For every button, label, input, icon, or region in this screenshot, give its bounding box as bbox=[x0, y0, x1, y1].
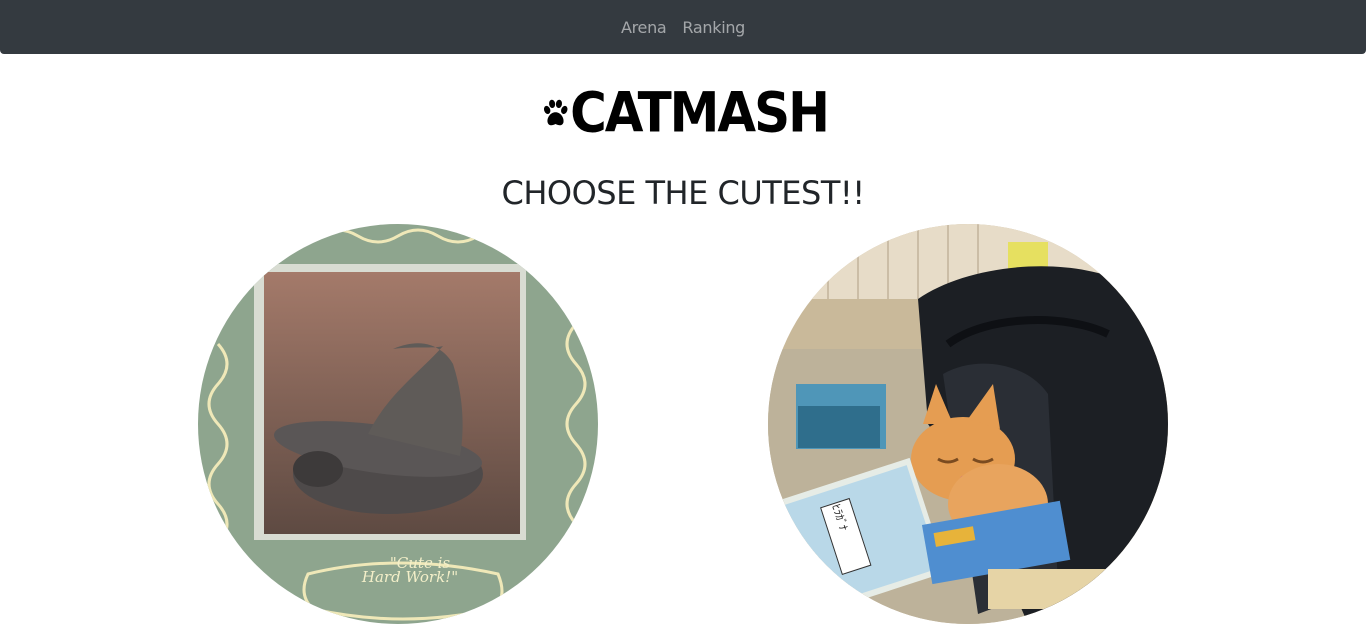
cat-option-right[interactable]: ﾋﾗｶﾞﾅ bbox=[768, 224, 1168, 624]
poster-caption-line2: Hard Work!" bbox=[361, 568, 458, 586]
paw-icon bbox=[543, 99, 568, 126]
nav-link-arena[interactable]: Arena bbox=[621, 18, 667, 37]
top-navbar: Arena Ranking bbox=[0, 0, 1366, 54]
cat-image-left: "Cute is Hard Work!" bbox=[198, 224, 598, 624]
cat-image-right: ﾋﾗｶﾞﾅ bbox=[768, 224, 1168, 624]
nav-link-ranking[interactable]: Ranking bbox=[682, 18, 745, 37]
catmash-logo: CATMASH bbox=[543, 76, 830, 150]
logo-text: CATMASH bbox=[570, 81, 830, 145]
page-title: CHOOSE THE CUTEST!! bbox=[501, 174, 865, 212]
cat-option-left[interactable]: "Cute is Hard Work!" bbox=[198, 224, 598, 624]
